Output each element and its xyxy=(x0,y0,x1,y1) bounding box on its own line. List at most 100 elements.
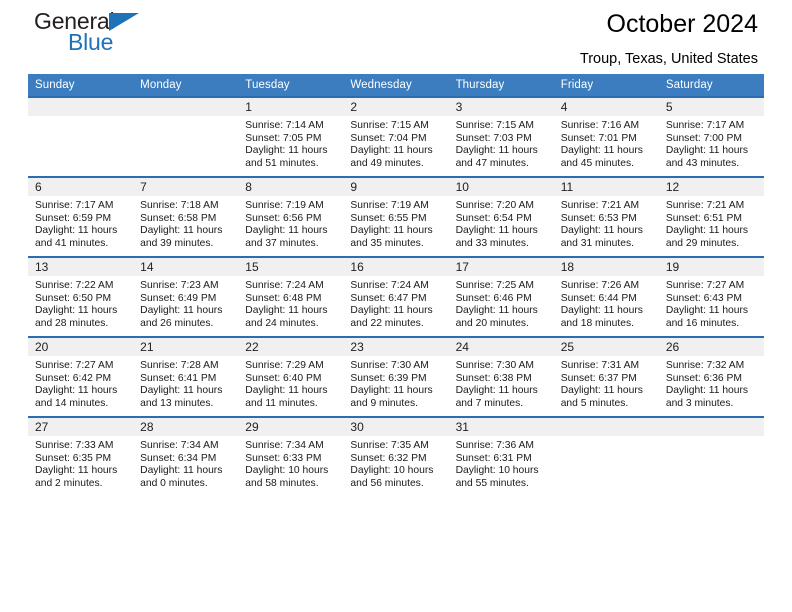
calendar-day-cell[interactable]: 6 Sunrise: 7:17 AM Sunset: 6:59 PM Daylight… xyxy=(28,176,134,257)
calendar-day-cell[interactable]: 1 Sunrise: 7:14 AM Sunset: 7:05 PM Daylight… xyxy=(238,96,344,177)
sunset-time: Sunset: 6:59 PM xyxy=(35,212,112,224)
daylight-duration: Daylight: 11 hours and 28 minutes. xyxy=(35,305,118,329)
calendar-empty-cell xyxy=(658,416,764,496)
calendar-day-cell[interactable]: 29 Sunrise: 7:34 AM Sunset: 6:33 PM Dayligh… xyxy=(238,416,344,496)
calendar-empty-cell xyxy=(28,96,134,177)
day-cell-content xyxy=(133,98,239,176)
day-cell-content: 6 Sunrise: 7:17 AM Sunset: 6:59 PM Daylight… xyxy=(28,178,134,256)
calendar-day-cell[interactable]: 7 Sunrise: 7:18 AM Sunset: 6:58 PM Daylight… xyxy=(133,176,239,257)
day-cell-content: 4 Sunrise: 7:16 AM Sunset: 7:01 PM Daylight… xyxy=(553,98,659,176)
calendar-day-cell[interactable]: 13 Sunrise: 7:22 AM Sunset: 6:50 PM Dayligh… xyxy=(28,256,134,337)
day-sun-info: Sunrise: 7:30 AM Sunset: 6:39 PM Daylight:… xyxy=(343,356,448,410)
daylight-duration: Daylight: 10 hours and 55 minutes. xyxy=(455,465,539,489)
sunset-time: Sunset: 7:00 PM xyxy=(665,132,742,144)
day-cell-content: 11 Sunrise: 7:21 AM Sunset: 6:53 PM Dayligh… xyxy=(553,178,659,256)
day-cell-content: 23 Sunrise: 7:30 AM Sunset: 6:39 PM Dayligh… xyxy=(343,338,449,416)
sunset-time: Sunset: 6:46 PM xyxy=(455,292,532,304)
sunrise-time: Sunrise: 7:17 AM xyxy=(665,120,745,131)
daylight-duration: Daylight: 11 hours and 14 minutes. xyxy=(35,385,118,409)
weekday-header-tuesday: Tuesday xyxy=(238,74,344,97)
day-number: 20 xyxy=(28,338,134,356)
sunset-time: Sunset: 7:04 PM xyxy=(350,132,427,144)
day-sun-info: Sunrise: 7:24 AM Sunset: 6:47 PM Daylight:… xyxy=(343,276,448,330)
calendar-week-row: 6 Sunrise: 7:17 AM Sunset: 6:59 PM Daylight… xyxy=(28,176,764,257)
calendar-day-cell[interactable]: 20 Sunrise: 7:27 AM Sunset: 6:42 PM Dayligh… xyxy=(28,336,134,417)
calendar-body: 1 Sunrise: 7:14 AM Sunset: 7:05 PM Daylight… xyxy=(28,96,764,496)
sunrise-time: Sunrise: 7:15 AM xyxy=(350,120,429,131)
day-sun-info: Sunrise: 7:23 AM Sunset: 6:49 PM Daylight:… xyxy=(133,276,238,330)
sunset-time: Sunset: 6:58 PM xyxy=(140,212,217,224)
day-cell-content: 3 Sunrise: 7:15 AM Sunset: 7:03 PM Daylight… xyxy=(448,98,554,176)
page-title: October 2024 xyxy=(606,10,759,38)
sunset-time: Sunset: 6:48 PM xyxy=(245,292,322,304)
calendar-day-cell[interactable]: 18 Sunrise: 7:26 AM Sunset: 6:44 PM Dayligh… xyxy=(553,256,659,337)
daylight-duration: Daylight: 11 hours and 37 minutes. xyxy=(245,225,328,249)
calendar-day-cell[interactable]: 4 Sunrise: 7:16 AM Sunset: 7:01 PM Daylight… xyxy=(553,96,659,177)
sunrise-time: Sunrise: 7:27 AM xyxy=(35,360,114,371)
sunset-time: Sunset: 6:55 PM xyxy=(350,212,427,224)
day-cell-content: 26 Sunrise: 7:32 AM Sunset: 6:36 PM Dayligh… xyxy=(658,338,764,416)
calendar-day-cell[interactable]: 24 Sunrise: 7:30 AM Sunset: 6:38 PM Dayligh… xyxy=(448,336,554,417)
calendar-day-cell[interactable]: 30 Sunrise: 7:35 AM Sunset: 6:32 PM Dayligh… xyxy=(343,416,449,496)
sunrise-time: Sunrise: 7:16 AM xyxy=(560,120,640,131)
sunset-time: Sunset: 6:34 PM xyxy=(140,452,217,464)
calendar-day-cell[interactable]: 12 Sunrise: 7:21 AM Sunset: 6:51 PM Dayligh… xyxy=(658,176,764,257)
calendar-day-cell[interactable]: 27 Sunrise: 7:33 AM Sunset: 6:35 PM Dayligh… xyxy=(28,416,134,496)
calendar-day-cell[interactable]: 3 Sunrise: 7:15 AM Sunset: 7:03 PM Daylight… xyxy=(448,96,554,177)
daylight-duration: Daylight: 11 hours and 33 minutes. xyxy=(455,225,538,249)
day-number: 5 xyxy=(658,98,764,116)
calendar-day-cell[interactable]: 16 Sunrise: 7:24 AM Sunset: 6:47 PM Dayligh… xyxy=(343,256,449,337)
day-number xyxy=(28,98,134,116)
sunset-time: Sunset: 6:37 PM xyxy=(560,372,637,384)
logo-triangle-icon xyxy=(109,13,139,31)
calendar-day-cell[interactable]: 8 Sunrise: 7:19 AM Sunset: 6:56 PM Daylight… xyxy=(238,176,344,257)
calendar-day-cell[interactable]: 5 Sunrise: 7:17 AM Sunset: 7:00 PM Daylight… xyxy=(658,96,764,177)
calendar-day-cell[interactable]: 2 Sunrise: 7:15 AM Sunset: 7:04 PM Daylight… xyxy=(343,96,449,177)
calendar-day-cell[interactable]: 15 Sunrise: 7:24 AM Sunset: 6:48 PM Dayligh… xyxy=(238,256,344,337)
calendar-day-cell[interactable]: 23 Sunrise: 7:30 AM Sunset: 6:39 PM Dayligh… xyxy=(343,336,449,417)
day-cell-content: 17 Sunrise: 7:25 AM Sunset: 6:46 PM Dayligh… xyxy=(448,258,554,336)
daylight-duration: Daylight: 11 hours and 20 minutes. xyxy=(455,305,538,329)
calendar-day-cell[interactable]: 26 Sunrise: 7:32 AM Sunset: 6:36 PM Dayligh… xyxy=(658,336,764,417)
calendar-day-cell[interactable]: 25 Sunrise: 7:31 AM Sunset: 6:37 PM Dayligh… xyxy=(553,336,659,417)
weekday-header-friday: Friday xyxy=(553,74,659,97)
day-number: 24 xyxy=(448,338,554,356)
day-number xyxy=(553,418,659,436)
sunrise-time: Sunrise: 7:24 AM xyxy=(350,280,429,291)
daylight-duration: Daylight: 11 hours and 26 minutes. xyxy=(140,305,223,329)
day-sun-info: Sunrise: 7:24 AM Sunset: 6:48 PM Daylight:… xyxy=(238,276,343,330)
sunset-time: Sunset: 6:50 PM xyxy=(35,292,112,304)
calendar-day-cell[interactable]: 31 Sunrise: 7:36 AM Sunset: 6:31 PM Dayligh… xyxy=(448,416,554,496)
daylight-duration: Daylight: 11 hours and 24 minutes. xyxy=(245,305,328,329)
calendar-day-cell[interactable]: 28 Sunrise: 7:34 AM Sunset: 6:34 PM Dayligh… xyxy=(133,416,239,496)
calendar-day-cell[interactable]: 11 Sunrise: 7:21 AM Sunset: 6:53 PM Dayligh… xyxy=(553,176,659,257)
day-sun-info: Sunrise: 7:36 AM Sunset: 6:31 PM Daylight:… xyxy=(449,436,554,490)
day-number: 27 xyxy=(28,418,134,436)
sunrise-time: Sunrise: 7:21 AM xyxy=(560,200,640,211)
day-sun-info: Sunrise: 7:27 AM Sunset: 6:43 PM Daylight:… xyxy=(659,276,764,330)
day-number: 30 xyxy=(343,418,449,436)
day-sun-info: Sunrise: 7:26 AM Sunset: 6:44 PM Daylight:… xyxy=(554,276,659,330)
calendar-day-cell[interactable]: 22 Sunrise: 7:29 AM Sunset: 6:40 PM Dayligh… xyxy=(238,336,344,417)
calendar-day-cell[interactable]: 10 Sunrise: 7:20 AM Sunset: 6:54 PM Dayligh… xyxy=(448,176,554,257)
calendar-day-cell[interactable]: 9 Sunrise: 7:19 AM Sunset: 6:55 PM Daylight… xyxy=(343,176,449,257)
day-sun-info: Sunrise: 7:27 AM Sunset: 6:42 PM Daylight:… xyxy=(28,356,133,410)
day-cell-content: 12 Sunrise: 7:21 AM Sunset: 6:51 PM Dayligh… xyxy=(658,178,764,256)
day-sun-info: Sunrise: 7:22 AM Sunset: 6:50 PM Daylight:… xyxy=(28,276,133,330)
day-cell-content: 8 Sunrise: 7:19 AM Sunset: 6:56 PM Daylight… xyxy=(238,178,344,256)
day-number xyxy=(658,418,764,436)
calendar-day-cell[interactable]: 19 Sunrise: 7:27 AM Sunset: 6:43 PM Dayligh… xyxy=(658,256,764,337)
calendar-day-cell[interactable]: 17 Sunrise: 7:25 AM Sunset: 6:46 PM Dayligh… xyxy=(448,256,554,337)
calendar-header-row: Sunday Monday Tuesday Wednesday Thursday… xyxy=(28,74,764,97)
sunrise-time: Sunrise: 7:28 AM xyxy=(140,360,219,371)
daylight-duration: Daylight: 11 hours and 47 minutes. xyxy=(455,145,538,169)
calendar-day-cell[interactable]: 14 Sunrise: 7:23 AM Sunset: 6:49 PM Dayligh… xyxy=(133,256,239,337)
day-number: 11 xyxy=(553,178,659,196)
sunset-time: Sunset: 6:36 PM xyxy=(665,372,742,384)
day-number: 10 xyxy=(448,178,554,196)
day-cell-content: 22 Sunrise: 7:29 AM Sunset: 6:40 PM Dayligh… xyxy=(238,338,344,416)
day-cell-content: 24 Sunrise: 7:30 AM Sunset: 6:38 PM Dayligh… xyxy=(448,338,554,416)
sunset-time: Sunset: 6:33 PM xyxy=(245,452,322,464)
general-blue-logo[interactable]: General Blue xyxy=(34,8,214,60)
calendar-day-cell[interactable]: 21 Sunrise: 7:28 AM Sunset: 6:41 PM Dayligh… xyxy=(133,336,239,417)
